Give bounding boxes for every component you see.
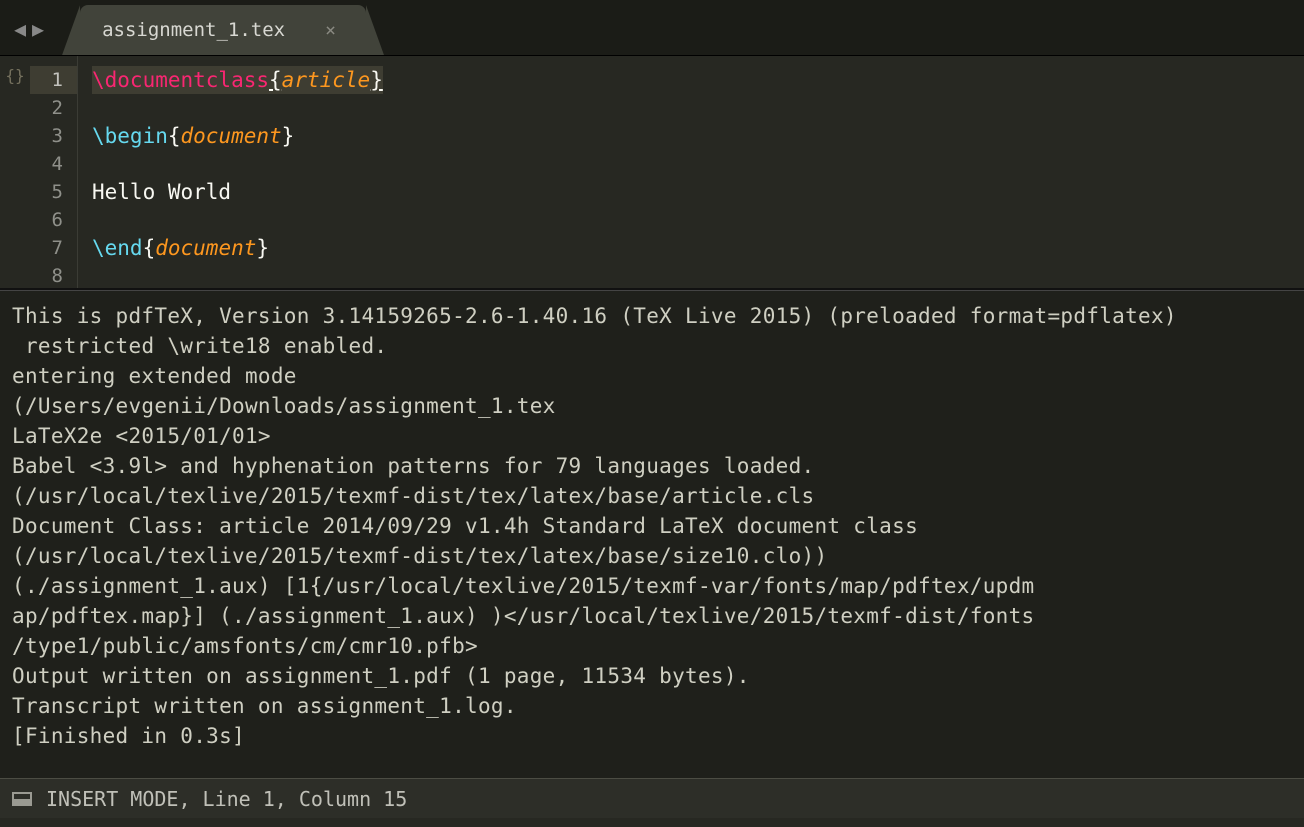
- nav-arrows: ◀ ▶: [8, 17, 50, 55]
- fold-brackets-icon[interactable]: {}: [5, 66, 24, 85]
- latex-command: \begin: [92, 124, 168, 148]
- status-bar: INSERT MODE, Line 1, Column 15: [0, 778, 1304, 818]
- line-number[interactable]: 5: [30, 178, 63, 206]
- plain-text: Hello World: [92, 180, 231, 204]
- line-number[interactable]: 4: [30, 150, 63, 178]
- line-number[interactable]: 2: [30, 94, 63, 122]
- line-number-gutter: 1 2 3 4 5 6 7 8: [30, 56, 78, 288]
- line-number[interactable]: 8: [30, 262, 63, 290]
- latex-arg: document: [155, 236, 256, 260]
- latex-arg: document: [181, 124, 282, 148]
- close-tab-icon[interactable]: ×: [325, 20, 336, 41]
- code-line: \documentclass{article}: [92, 66, 383, 94]
- brace: }: [370, 68, 383, 92]
- code-line: [92, 152, 105, 176]
- brace: }: [282, 124, 295, 148]
- file-tab[interactable]: assignment_1.tex ×: [80, 5, 366, 55]
- line-number[interactable]: 7: [30, 234, 63, 262]
- fold-gutter: {}: [0, 56, 30, 288]
- code-line: [92, 96, 105, 120]
- line-number[interactable]: 6: [30, 206, 63, 234]
- line-number[interactable]: 1: [30, 66, 77, 94]
- latex-command: \documentclass: [92, 68, 269, 92]
- latex-command: \end: [92, 236, 143, 260]
- tab-bar: ◀ ▶ assignment_1.tex ×: [0, 0, 1304, 56]
- brace: {: [168, 124, 181, 148]
- code-line: Hello World: [92, 180, 231, 204]
- brace: }: [256, 236, 269, 260]
- line-number[interactable]: 3: [30, 122, 63, 150]
- brace: {: [269, 68, 282, 92]
- build-output-panel[interactable]: This is pdfTeX, Version 3.14159265-2.6-1…: [0, 290, 1304, 778]
- code-line: \end{document}: [92, 236, 269, 260]
- code-line: [92, 208, 105, 232]
- code-line: \begin{document}: [92, 124, 294, 148]
- file-tab-label: assignment_1.tex: [102, 19, 285, 41]
- panel-toggle-icon[interactable]: [12, 792, 32, 806]
- nav-back-icon[interactable]: ◀: [14, 17, 26, 41]
- brace: {: [143, 236, 156, 260]
- code-line: [92, 264, 105, 288]
- status-text: INSERT MODE, Line 1, Column 15: [46, 787, 407, 811]
- latex-arg: article: [282, 68, 371, 92]
- code-area[interactable]: \documentclass{article} \begin{document}…: [78, 56, 1304, 288]
- nav-forward-icon[interactable]: ▶: [32, 17, 44, 41]
- editor[interactable]: {} 1 2 3 4 5 6 7 8 \documentclass{articl…: [0, 56, 1304, 290]
